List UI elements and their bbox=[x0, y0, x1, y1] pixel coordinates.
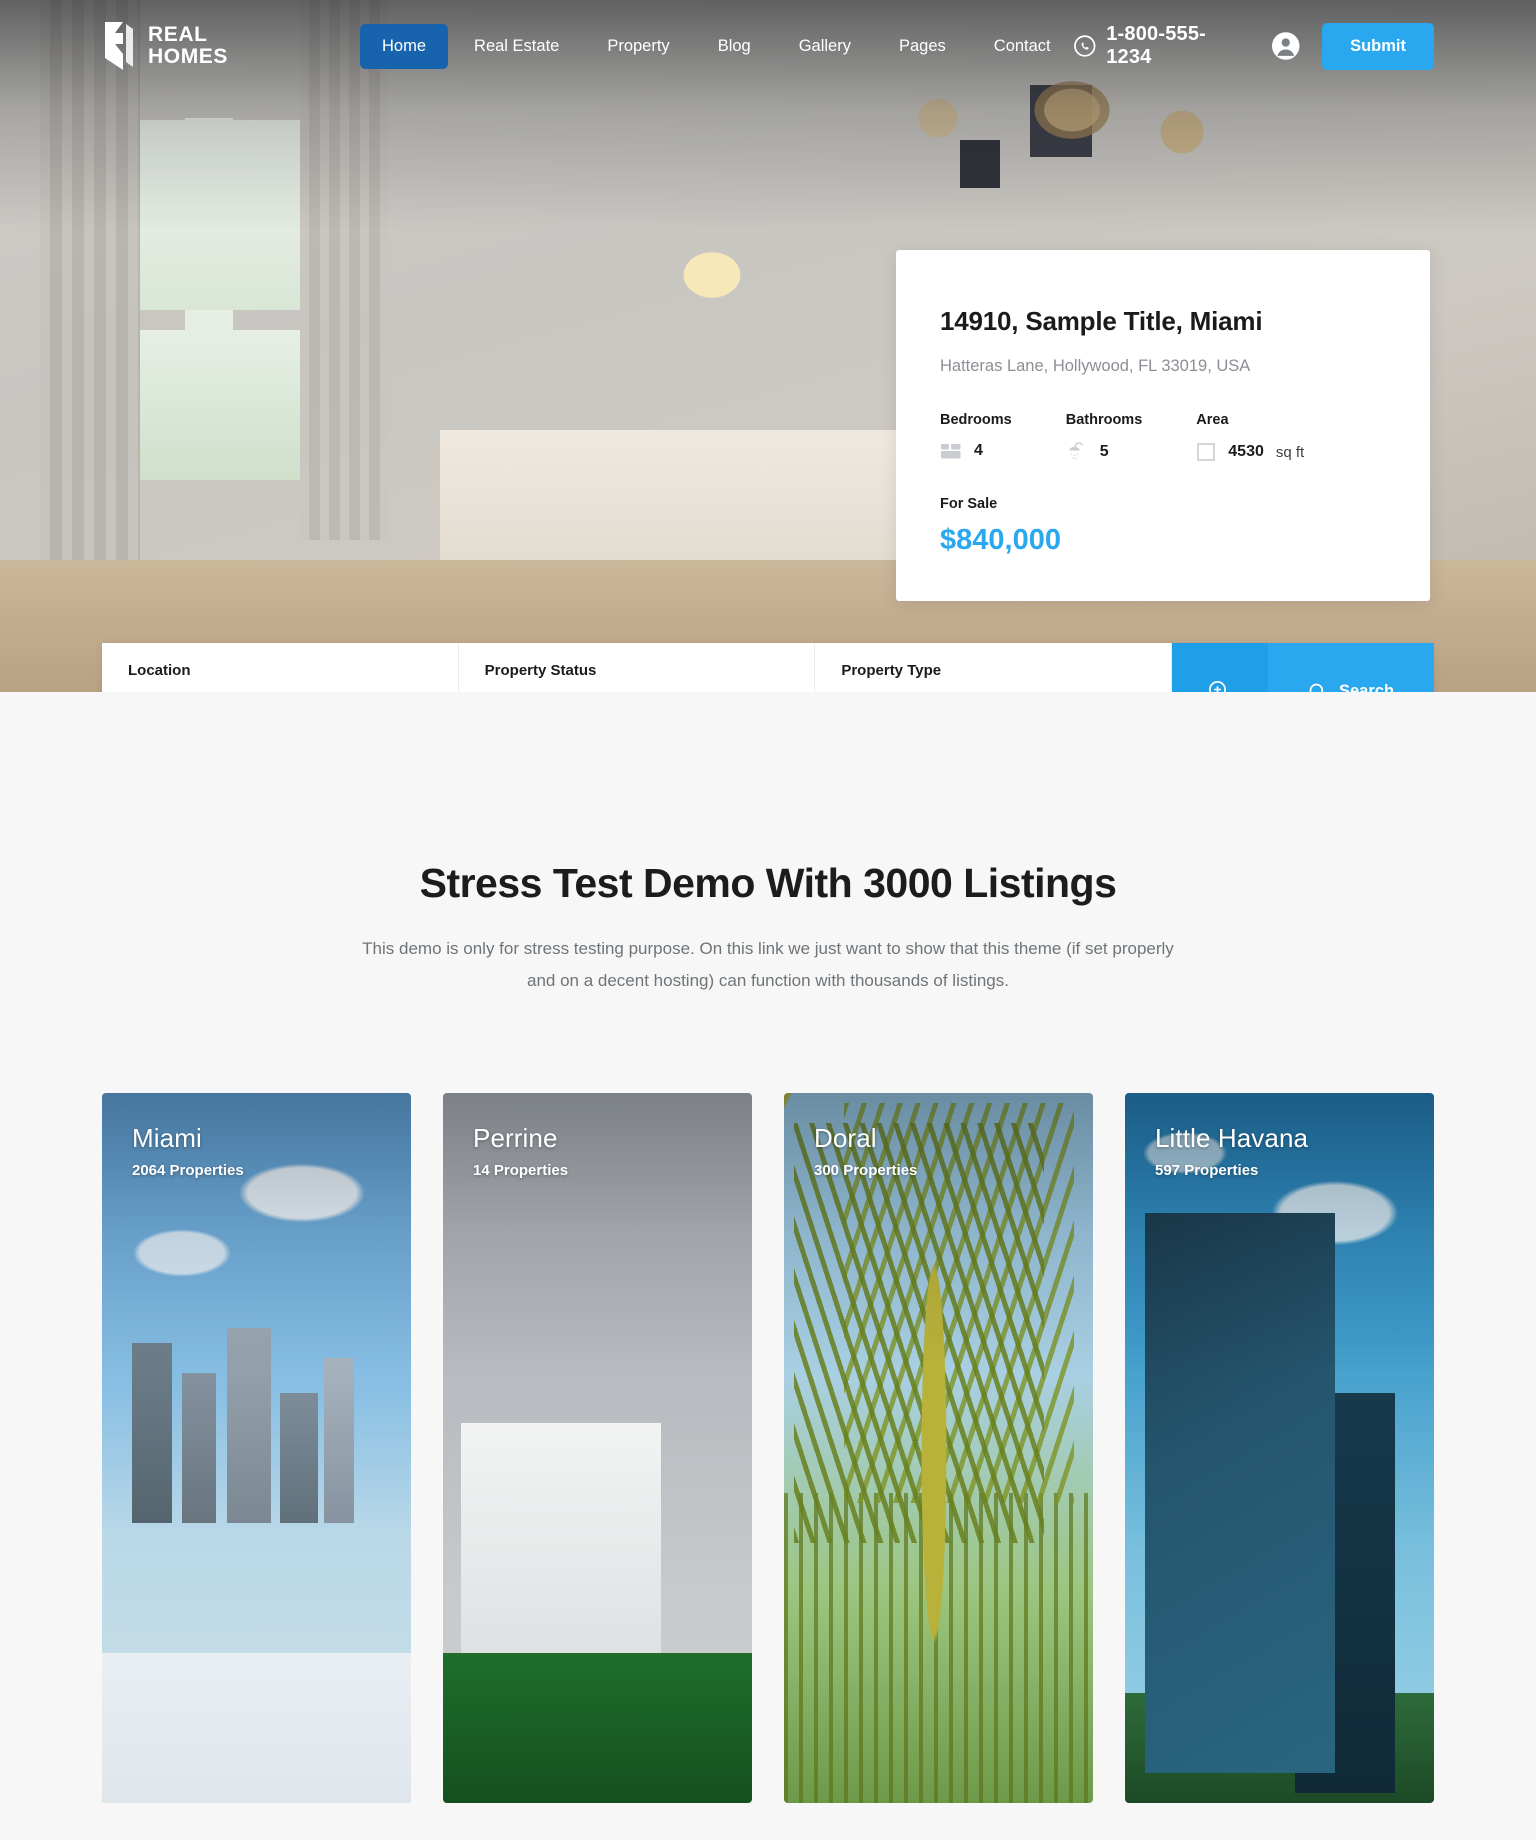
submit-button[interactable]: Submit bbox=[1322, 22, 1434, 70]
phone-link[interactable]: 1-800-555-1234 bbox=[1073, 23, 1249, 69]
spec-bedrooms-value-row: 4 bbox=[940, 442, 1012, 460]
user-avatar-icon[interactable] bbox=[1271, 31, 1300, 61]
brand-logo[interactable]: REAL HOMES bbox=[102, 20, 228, 72]
nav-item-real-estate[interactable]: Real Estate bbox=[452, 24, 581, 69]
property-search-bar: Location All Locations Property Status A… bbox=[102, 643, 1435, 692]
city-overlay bbox=[784, 1093, 1093, 1803]
city-card-doral[interactable]: Doral 300 Properties bbox=[784, 1093, 1093, 1803]
property-status-label: For Sale bbox=[940, 496, 998, 512]
property-title: 14910, Sample Title, Miami bbox=[940, 306, 1263, 336]
whatsapp-icon bbox=[1073, 35, 1096, 57]
real-homes-logo-icon bbox=[105, 22, 133, 70]
search-field-property-status[interactable]: Property Status Any bbox=[459, 643, 816, 692]
city-card-text: Miami 2064 Properties bbox=[132, 1123, 244, 1179]
featured-property-card[interactable]: 14910, Sample Title, Miami Hatteras Lane… bbox=[896, 250, 1430, 601]
spec-area: Area 4530 sq ft bbox=[1196, 412, 1304, 462]
spec-bathrooms: Bathrooms 5 bbox=[1066, 412, 1143, 462]
header-actions: 1-800-555-1234 Submit bbox=[1073, 22, 1434, 70]
brand-name: REAL HOMES bbox=[148, 24, 228, 68]
spec-bathrooms-value-row: 5 bbox=[1066, 442, 1143, 462]
spec-bathrooms-count: 5 bbox=[1099, 443, 1109, 460]
spec-bedrooms-count: 4 bbox=[974, 442, 983, 459]
city-overlay bbox=[1125, 1093, 1434, 1803]
city-property-count: 597 Properties bbox=[1155, 1162, 1259, 1179]
page-title: Stress Test Demo With 3000 Listings bbox=[419, 860, 1117, 906]
nav-item-home[interactable]: Home bbox=[360, 23, 449, 69]
spec-bedrooms: Bedrooms 4 bbox=[940, 412, 1012, 462]
city-name: Little Havana bbox=[1155, 1123, 1309, 1153]
search-type-label: Property Type bbox=[841, 662, 942, 679]
zoom-in-search-icon bbox=[1209, 680, 1226, 692]
site-header: REAL HOMES Home Real Estate Property Blo… bbox=[0, 0, 1536, 92]
listings-intro-section: Stress Test Demo With 3000 Listings This… bbox=[0, 860, 1536, 997]
search-location-label: Location bbox=[128, 662, 191, 679]
spec-bedrooms-label: Bedrooms bbox=[940, 412, 1012, 428]
city-card-text: Doral 300 Properties bbox=[814, 1123, 917, 1179]
property-price: $840,000 bbox=[940, 524, 1061, 556]
nav-item-gallery[interactable]: Gallery bbox=[777, 24, 873, 69]
search-button-label: Search bbox=[1338, 682, 1395, 692]
phone-number: 1-800-555-1234 bbox=[1106, 23, 1207, 68]
search-field-location[interactable]: Location All Locations bbox=[102, 643, 459, 692]
property-specs: Bedrooms 4 Bathrooms 5 Area 4530 sq ft bbox=[940, 412, 1386, 462]
property-address: Hatteras Lane, Hollywood, FL 33019, USA bbox=[940, 357, 1251, 375]
advance-search-button[interactable] bbox=[1172, 643, 1269, 692]
city-overlay bbox=[443, 1093, 752, 1803]
city-name: Doral bbox=[814, 1123, 877, 1153]
hero-section: REAL HOMES Home Real Estate Property Blo… bbox=[0, 0, 1536, 692]
spec-bathrooms-label: Bathrooms bbox=[1065, 412, 1143, 428]
area-icon bbox=[1197, 443, 1216, 461]
main-navigation: Home Real Estate Property Blog Gallery P… bbox=[360, 23, 1073, 69]
brand-line-1: REAL bbox=[148, 23, 208, 46]
spec-area-label: Area bbox=[1196, 412, 1229, 428]
city-card-text: Perrine 14 Properties bbox=[473, 1123, 568, 1179]
spec-area-unit: sq ft bbox=[1275, 443, 1305, 461]
city-name: Perrine bbox=[473, 1123, 558, 1153]
search-status-label: Property Status bbox=[484, 662, 597, 679]
nav-item-contact[interactable]: Contact bbox=[972, 24, 1073, 69]
nav-item-pages[interactable]: Pages bbox=[877, 24, 968, 69]
bed-icon bbox=[941, 444, 961, 459]
nav-item-property[interactable]: Property bbox=[585, 24, 691, 69]
shower-icon bbox=[1069, 442, 1083, 460]
brand-line-2: HOMES bbox=[148, 45, 229, 68]
city-cards-grid: Miami 2064 Properties Perrine 14 Propert… bbox=[102, 1093, 1434, 1803]
search-submit-button[interactable]: Search bbox=[1268, 643, 1435, 692]
spec-area-value: 4530 bbox=[1228, 443, 1264, 460]
city-overlay bbox=[102, 1093, 411, 1803]
city-card-perrine[interactable]: Perrine 14 Properties bbox=[443, 1093, 752, 1803]
spec-area-value-row: 4530 sq ft bbox=[1196, 442, 1304, 462]
city-property-count: 14 Properties bbox=[473, 1162, 569, 1179]
city-card-little-havana[interactable]: Little Havana 597 Properties bbox=[1125, 1093, 1434, 1803]
city-property-count: 300 Properties bbox=[814, 1162, 918, 1179]
nav-item-blog[interactable]: Blog bbox=[696, 24, 773, 69]
page-subtitle: This demo is only for stress testing pur… bbox=[362, 939, 1174, 990]
city-name: Miami bbox=[132, 1123, 202, 1153]
search-icon bbox=[1309, 683, 1324, 692]
search-field-property-type[interactable]: Property Type All Types bbox=[815, 643, 1173, 692]
city-card-text: Little Havana 597 Properties bbox=[1155, 1123, 1308, 1179]
city-card-miami[interactable]: Miami 2064 Properties bbox=[102, 1093, 411, 1803]
city-property-count: 2064 Properties bbox=[132, 1162, 244, 1179]
